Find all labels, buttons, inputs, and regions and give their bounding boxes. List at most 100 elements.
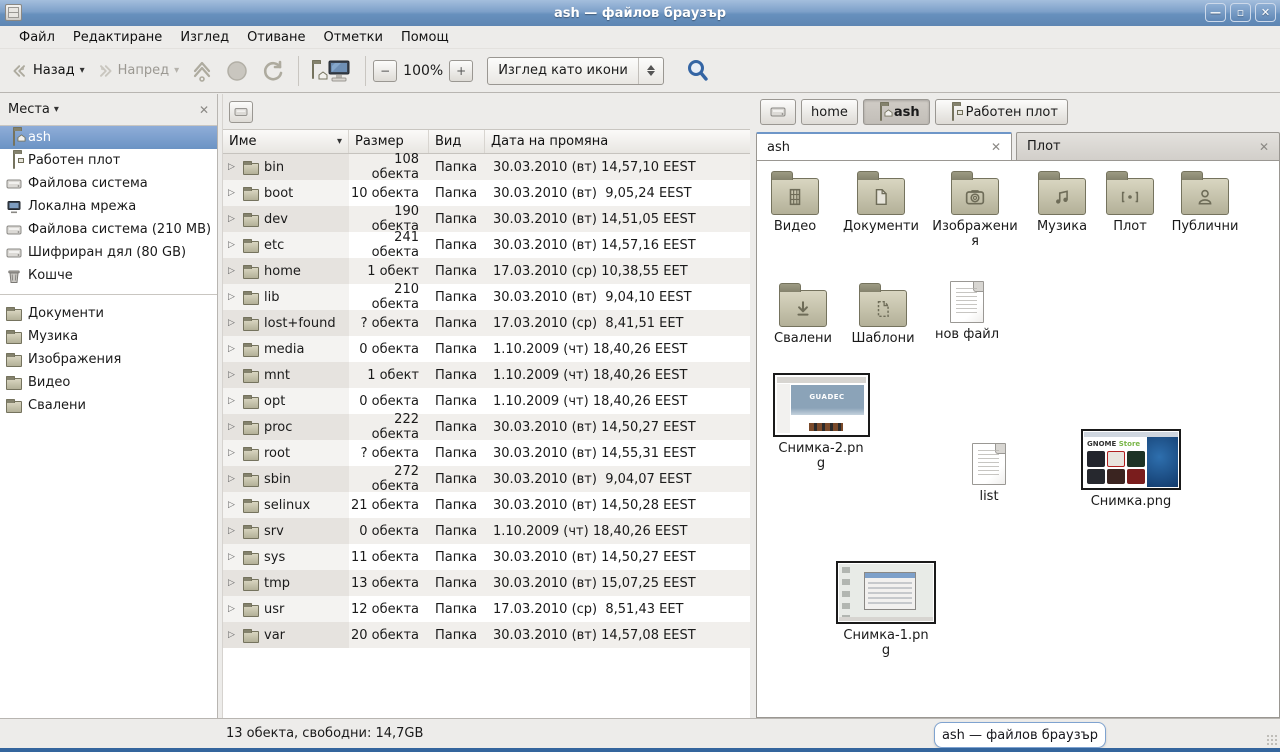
tab-close-icon[interactable]: ✕ — [1251, 140, 1269, 154]
maximize-button[interactable]: ▫ — [1230, 3, 1251, 22]
expander-icon[interactable]: ▷ — [228, 318, 238, 328]
sidebar-item-Документи[interactable]: Документи — [0, 302, 217, 325]
tab-close-icon[interactable]: ✕ — [983, 140, 1001, 154]
table-row-media[interactable]: ▷media0 обектаПапка1.10.2009 (чт) 18,40,… — [223, 336, 750, 362]
table-row-selinux[interactable]: ▷selinux21 обектаПапка30.03.2010 (вт) 14… — [223, 492, 750, 518]
icon-item-Видео[interactable]: Видео — [757, 169, 833, 234]
breadcrumb-root[interactable] — [760, 99, 796, 125]
table-row-var[interactable]: ▷var20 обектаПапка30.03.2010 (вт) 14,57,… — [223, 622, 750, 648]
expander-icon[interactable]: ▷ — [228, 214, 238, 224]
menu-item-5[interactable]: Помощ — [392, 27, 458, 48]
stop-button[interactable] — [219, 54, 255, 88]
table-row-sbin[interactable]: ▷sbin272 обектаПапка30.03.2010 (вт) 9,04… — [223, 466, 750, 492]
expander-icon[interactable]: ▷ — [228, 630, 238, 640]
expander-icon[interactable]: ▷ — [228, 344, 238, 354]
forward-button[interactable]: Напред ▾ — [91, 58, 186, 84]
menu-item-1[interactable]: Редактиране — [64, 27, 171, 48]
expander-icon[interactable]: ▷ — [228, 396, 238, 406]
table-row-home[interactable]: ▷home1 обектПапка17.03.2010 (ср) 10,38,5… — [223, 258, 750, 284]
resize-grip[interactable] — [1266, 734, 1278, 746]
zoom-in-button[interactable]: + — [449, 60, 473, 82]
table-row-srv[interactable]: ▷srv0 обектаПапка1.10.2009 (чт) 18,40,26… — [223, 518, 750, 544]
expander-icon[interactable]: ▷ — [228, 422, 238, 432]
back-history-chevron-icon[interactable]: ▾ — [80, 65, 85, 76]
home-button[interactable] — [306, 58, 320, 83]
icon-item-Плот[interactable]: Плот — [1091, 169, 1169, 234]
back-button[interactable]: Назад ▾ — [6, 58, 91, 84]
tree-root-button[interactable] — [229, 101, 253, 123]
table-row-opt[interactable]: ▷opt0 обектаПапка1.10.2009 (чт) 18,40,26… — [223, 388, 750, 414]
sidebar-item-Локална мрежа[interactable]: Локална мрежа — [0, 195, 217, 218]
breadcrumb-ash[interactable]: ash — [863, 99, 930, 125]
column-header-kind[interactable]: Вид — [429, 130, 485, 153]
icon-item-Шаблони[interactable]: Шаблони — [843, 281, 923, 346]
sidebar-item-ash[interactable]: ash — [0, 126, 217, 149]
expander-icon[interactable]: ▷ — [228, 526, 238, 536]
expander-icon[interactable]: ▷ — [228, 370, 238, 380]
view-mode-select[interactable]: Изглед като икони — [487, 57, 664, 85]
up-button[interactable] — [185, 54, 219, 88]
close-button[interactable]: ✕ — [1255, 3, 1276, 22]
table-row-usr[interactable]: ▷usr12 обектаПапка17.03.2010 (ср) 8,51,4… — [223, 596, 750, 622]
icon-item-Снимка-1.png[interactable]: Снимка-1.png — [833, 561, 939, 658]
expander-icon[interactable]: ▷ — [228, 292, 238, 302]
table-row-dev[interactable]: ▷dev190 обектаПапка30.03.2010 (вт) 14,51… — [223, 206, 750, 232]
table-row-etc[interactable]: ▷etc241 обектаПапка30.03.2010 (вт) 14,57… — [223, 232, 750, 258]
expander-icon[interactable]: ▷ — [228, 162, 238, 172]
zoom-out-button[interactable]: − — [373, 60, 397, 82]
icon-item-Документи[interactable]: Документи — [837, 169, 925, 234]
icon-item-Снимка-2.png[interactable]: GUADECСнимка-2.png — [769, 373, 873, 471]
taskbar-window-chip[interactable]: ash — файлов браузър — [934, 722, 1106, 748]
table-row-bin[interactable]: ▷bin108 обектаПапка30.03.2010 (вт) 14,57… — [223, 154, 750, 180]
expander-icon[interactable]: ▷ — [228, 552, 238, 562]
sidebar-close-icon[interactable]: ✕ — [199, 103, 209, 117]
column-header-date[interactable]: Дата на промяна — [485, 130, 750, 153]
table-row-lib[interactable]: ▷lib210 обектаПапка30.03.2010 (вт) 9,04,… — [223, 284, 750, 310]
sidebar-item-Файлова система[interactable]: Файлова система — [0, 172, 217, 195]
reload-button[interactable] — [255, 54, 291, 88]
menu-item-2[interactable]: Изглед — [171, 27, 238, 48]
expander-icon[interactable]: ▷ — [228, 448, 238, 458]
sidebar-item-Работен плот[interactable]: Работен плот — [0, 149, 217, 172]
titlebar[interactable]: ash — файлов браузър — ▫ ✕ — [0, 0, 1280, 26]
sidebar-item-Шифриран дял (80 GB)[interactable]: Шифриран дял (80 GB) — [0, 241, 217, 264]
sidebar-item-Свалени[interactable]: Свалени — [0, 394, 217, 417]
sidebar-item-Изображения[interactable]: Изображения — [0, 348, 217, 371]
sidebar-item-Кошче[interactable]: Кошче — [0, 264, 217, 287]
tab-Плот[interactable]: Плот✕ — [1016, 132, 1280, 160]
table-row-root[interactable]: ▷root? обектаПапка30.03.2010 (вт) 14,55,… — [223, 440, 750, 466]
table-row-boot[interactable]: ▷boot10 обектаПапка30.03.2010 (вт) 9,05,… — [223, 180, 750, 206]
expander-icon[interactable]: ▷ — [228, 188, 238, 198]
column-header-size[interactable]: Размер — [349, 130, 429, 153]
expander-icon[interactable]: ▷ — [228, 474, 238, 484]
menu-item-4[interactable]: Отметки — [314, 27, 391, 48]
minimize-button[interactable]: — — [1205, 3, 1226, 22]
icon-item-Изображения[interactable]: Изображения — [931, 169, 1019, 249]
table-row-mnt[interactable]: ▷mnt1 обектПапка1.10.2009 (чт) 18,40,26 … — [223, 362, 750, 388]
icon-item-Снимка.png[interactable]: GNOME StoreСнимка.png — [1077, 429, 1185, 509]
menu-item-3[interactable]: Отиване — [238, 27, 314, 48]
expander-icon[interactable]: ▷ — [228, 266, 238, 276]
sidebar-title-chevron-icon[interactable]: ▾ — [54, 104, 59, 115]
icon-item-list[interactable]: list — [949, 443, 1029, 504]
menu-item-0[interactable]: Файл — [10, 27, 64, 48]
combo-spinner-icon[interactable] — [639, 65, 663, 76]
table-row-lost+found[interactable]: ▷lost+found? обектаПапка17.03.2010 (ср) … — [223, 310, 750, 336]
search-button[interactable] — [680, 54, 716, 88]
sidebar-item-Видео[interactable]: Видео — [0, 371, 217, 394]
breadcrumb-home[interactable]: home — [801, 99, 858, 125]
tab-ash[interactable]: ash✕ — [756, 132, 1012, 160]
icon-item-Свалени[interactable]: Свалени — [763, 281, 843, 346]
table-row-tmp[interactable]: ▷tmp13 обектаПапка30.03.2010 (вт) 15,07,… — [223, 570, 750, 596]
column-header-name[interactable]: Име ▾ — [223, 130, 349, 153]
sidebar-item-Файлова система (210 MB)[interactable]: Файлова система (210 MB) — [0, 218, 217, 241]
breadcrumb-Работен плот[interactable]: Работен плот — [935, 99, 1068, 125]
sidebar-item-Музика[interactable]: Музика — [0, 325, 217, 348]
expander-icon[interactable]: ▷ — [228, 604, 238, 614]
icon-view[interactable]: ВидеоДокументиИзображенияМузикаПлотПубли… — [756, 160, 1280, 718]
expander-icon[interactable]: ▷ — [228, 240, 238, 250]
table-row-sys[interactable]: ▷sys11 обектаПапка30.03.2010 (вт) 14,50,… — [223, 544, 750, 570]
sidebar-title[interactable]: Места — [8, 102, 50, 117]
icon-item-нов файл[interactable]: нов файл — [923, 281, 1011, 342]
expander-icon[interactable]: ▷ — [228, 578, 238, 588]
